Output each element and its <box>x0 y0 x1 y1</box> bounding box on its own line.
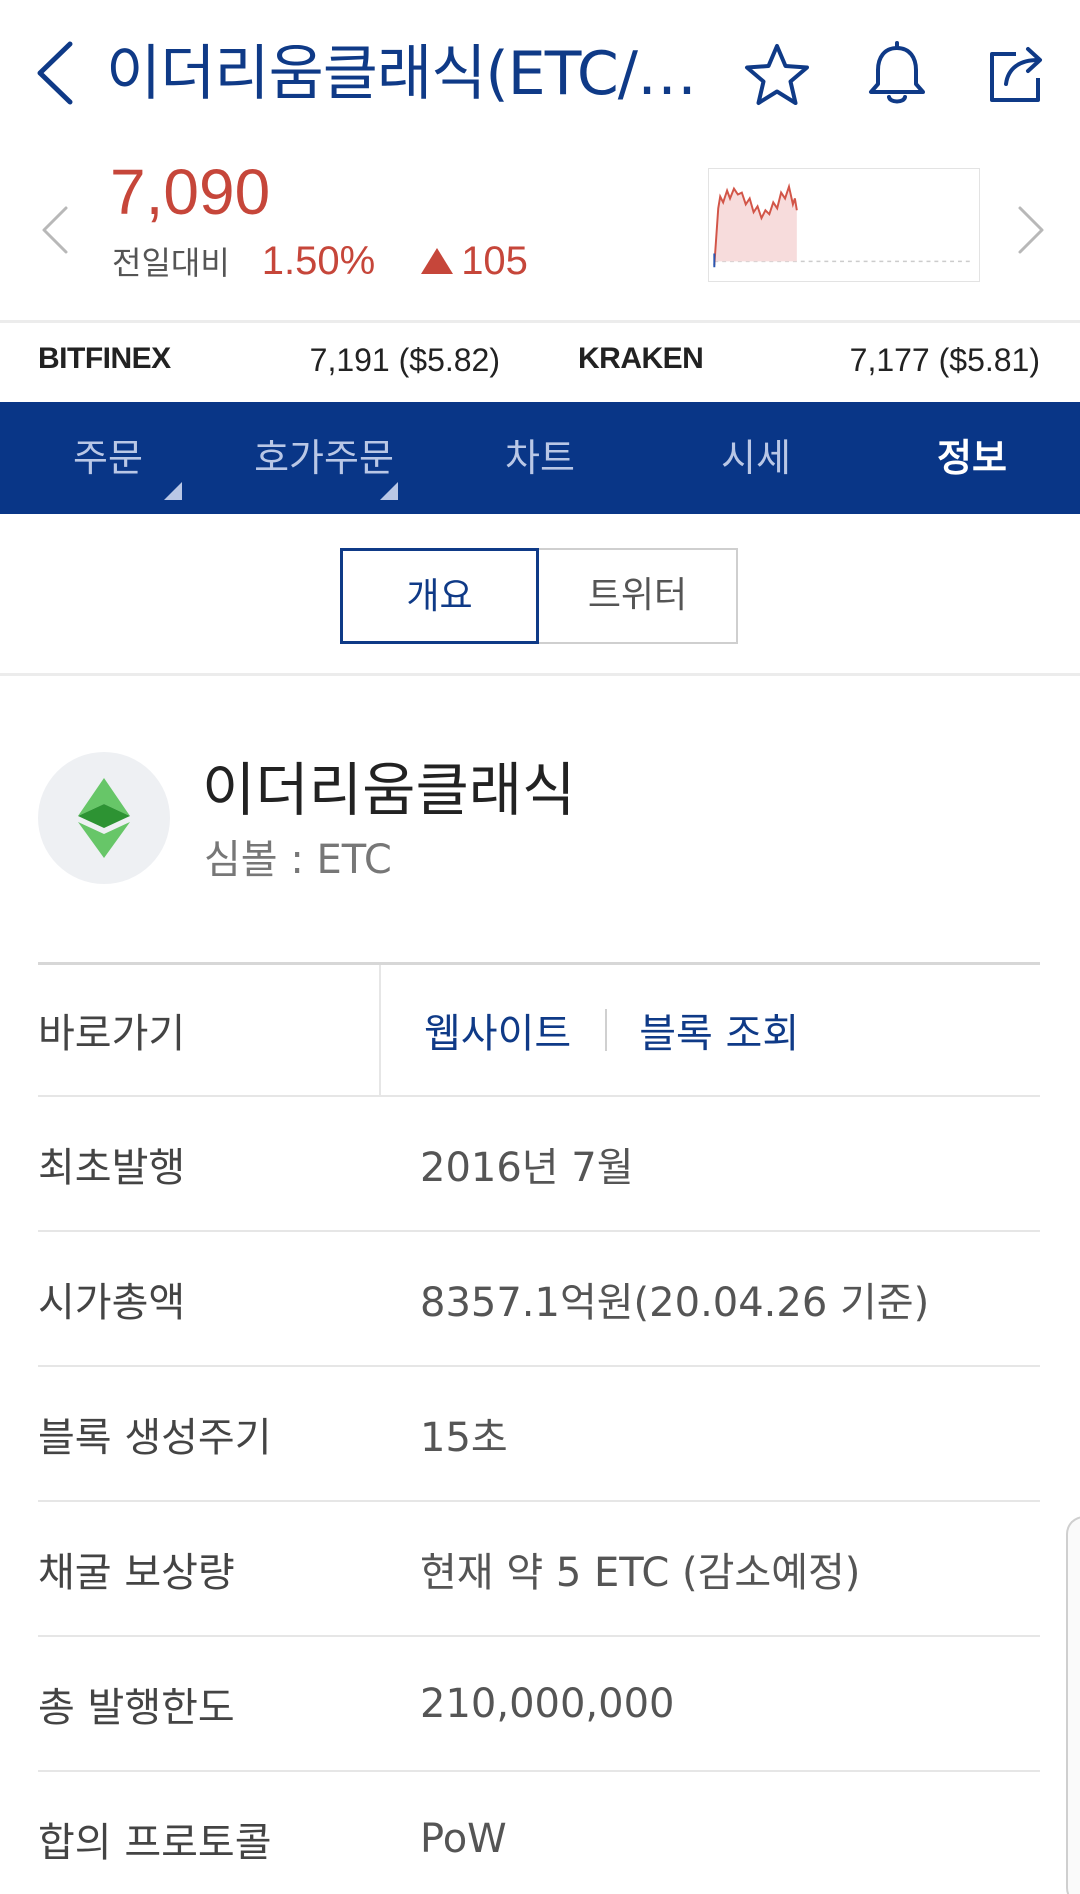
dropdown-corner-icon <box>164 482 182 500</box>
page-title: 이더리움클래식(ETC/KRW) <box>106 39 716 109</box>
tab-label: 주문 <box>73 436 143 480</box>
tab-chart[interactable]: 차트 <box>432 402 648 514</box>
tab-label: 차트 <box>505 436 575 480</box>
exchange-prices: BITFINEX 7,191 ($5.82) KRAKEN 7,177 ($5.… <box>0 326 1080 402</box>
table-row: 최초발행 2016년 7월 <box>38 1097 1040 1232</box>
row-label: 채굴 보상량 <box>38 1549 235 1596</box>
divider <box>379 965 381 1095</box>
row-label: 합의 프로토콜 <box>38 1819 272 1866</box>
price-summary: 7,090 전일대비 1.50% 105 <box>0 148 1080 323</box>
table-row: 총 발행한도 210,000,000 <box>38 1637 1040 1772</box>
table-row: 채굴 보상량 현재 약 5 ETC (감소예정) <box>38 1502 1040 1637</box>
coin-symbol: 심볼 : ETC <box>204 837 392 883</box>
row-value: 2016년 7월 <box>420 1144 634 1191</box>
mini-price-chart[interactable] <box>708 168 980 282</box>
divider <box>605 1009 608 1051</box>
back-icon[interactable] <box>28 38 88 108</box>
row-value: 210,000,000 <box>420 1680 675 1727</box>
shortcut-label: 바로가기 <box>38 1011 186 1057</box>
row-value: PoW <box>420 1815 507 1862</box>
ethereum-classic-icon <box>78 778 130 858</box>
row-value: 8357.1억원(20.04.26 기준) <box>420 1279 930 1326</box>
row-label: 최초발행 <box>38 1144 186 1191</box>
coin-name: 이더리움클래식 <box>202 756 576 824</box>
sub-tab-area: 개요 트위터 <box>0 514 1080 676</box>
block-explorer-link[interactable]: 블록 조회 <box>639 1001 799 1059</box>
tab-market-price[interactable]: 시세 <box>648 402 864 514</box>
table-row: 합의 프로토콜 PoW <box>38 1772 1040 1894</box>
star-icon[interactable] <box>742 40 812 110</box>
row-label: 총 발행한도 <box>38 1684 235 1731</box>
table-row: 시가총액 8357.1억원(20.04.26 기준) <box>38 1232 1040 1367</box>
change-label: 전일대비 <box>112 244 230 282</box>
coin-info-table: 바로가기 웹사이트 블록 조회 최초발행 2016년 7월 시가총액 8357.… <box>38 962 1040 1894</box>
dropdown-corner-icon <box>380 482 398 500</box>
share-icon[interactable] <box>982 40 1052 110</box>
exchange-price: 7,191 ($5.82) <box>309 342 500 378</box>
segment-overview[interactable]: 개요 <box>340 548 539 644</box>
tab-quote-order[interactable]: 호가주문 <box>216 402 432 514</box>
row-label: 시가총액 <box>38 1279 186 1326</box>
exchange-name: KRAKEN <box>578 342 704 375</box>
row-label: 블록 생성주기 <box>38 1414 272 1461</box>
tab-info[interactable]: 정보 <box>864 402 1080 514</box>
exchange-price: 7,177 ($5.81) <box>849 342 1040 378</box>
row-value: 현재 약 5 ETC (감소예정) <box>420 1549 861 1596</box>
website-link[interactable]: 웹사이트 <box>424 1001 571 1059</box>
change-row: 전일대비 1.50% 105 <box>112 236 528 286</box>
tab-label: 호가주문 <box>254 436 394 480</box>
main-tab-bar: 주문 호가주문 차트 시세 정보 <box>0 402 1080 514</box>
link-group: 웹사이트 블록 조회 <box>424 965 799 1095</box>
exchange-name: BITFINEX <box>38 342 171 375</box>
table-row: 블록 생성주기 15초 <box>38 1367 1040 1502</box>
segmented-control: 개요 트위터 <box>340 548 738 644</box>
change-percent: 1.50% <box>261 238 376 283</box>
tab-order[interactable]: 주문 <box>0 402 216 514</box>
chevron-right-icon[interactable] <box>1010 200 1050 260</box>
row-value: 15초 <box>420 1414 508 1461</box>
bell-icon[interactable] <box>862 40 932 110</box>
tab-label: 정보 <box>937 436 1007 480</box>
segment-twitter[interactable]: 트위터 <box>539 548 738 644</box>
app-header: 이더리움클래식(ETC/KRW) <box>0 0 1080 148</box>
current-price: 7,090 <box>110 156 271 228</box>
triangle-up-icon <box>421 248 454 274</box>
change-value: 105 <box>461 238 528 283</box>
scroll-handle[interactable] <box>1066 1516 1080 1894</box>
coin-logo <box>38 752 170 884</box>
chevron-left-icon[interactable] <box>36 200 76 260</box>
table-row: 바로가기 웹사이트 블록 조회 <box>38 965 1040 1097</box>
tab-label: 시세 <box>721 436 791 480</box>
